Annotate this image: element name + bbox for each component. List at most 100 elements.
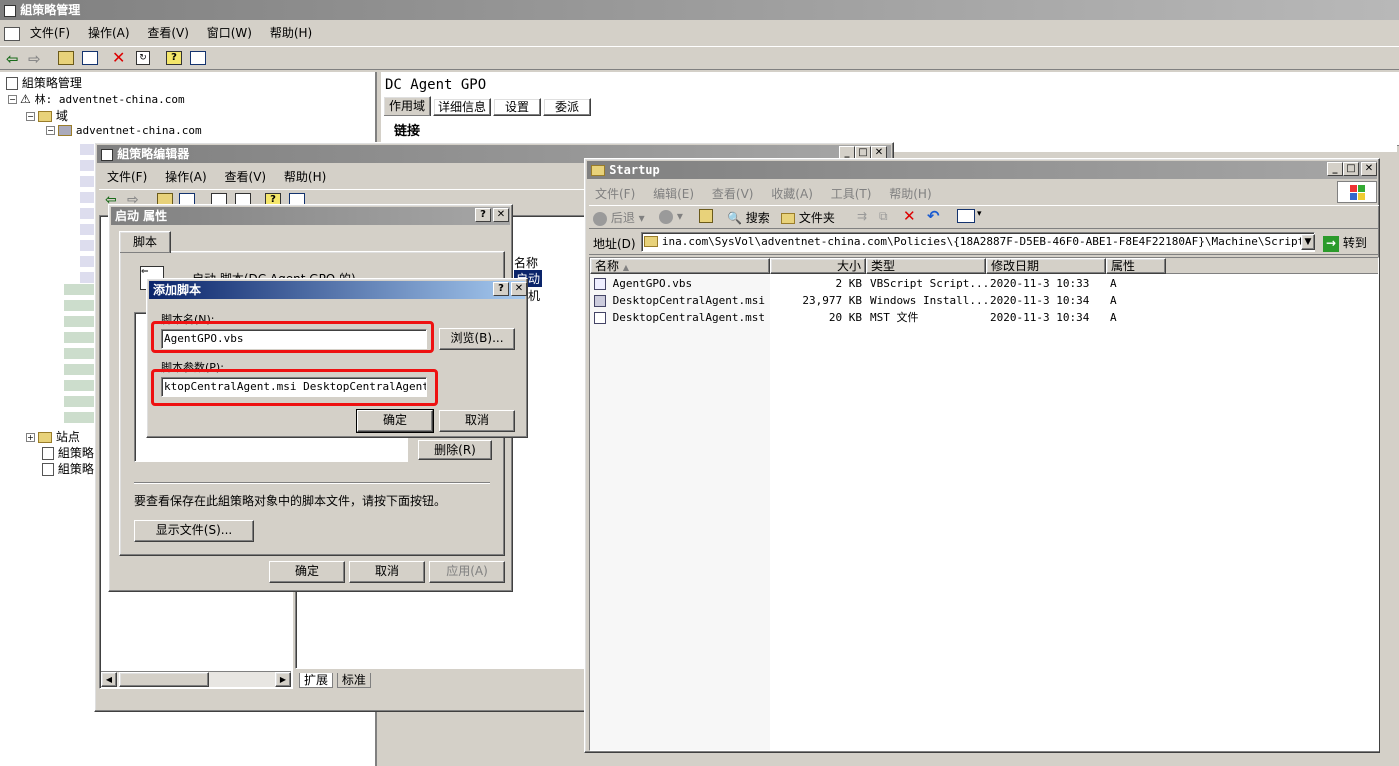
links-heading: 链接 bbox=[394, 124, 421, 139]
go-button[interactable]: → 转到 bbox=[1323, 234, 1367, 252]
links-panel bbox=[891, 142, 1397, 152]
editor-menu-help[interactable]: 帮助(H) bbox=[284, 170, 326, 184]
forward-arrow-icon[interactable]: ⇨ bbox=[28, 50, 41, 68]
tab-details[interactable]: 详细信息 bbox=[433, 98, 491, 116]
explorer-up-icon[interactable] bbox=[699, 209, 713, 223]
column-type[interactable]: 类型 bbox=[866, 258, 986, 274]
explorer-back-button[interactable]: 后退 ▾ bbox=[593, 209, 645, 226]
startup-apply-button[interactable]: 应用(A) bbox=[429, 561, 505, 583]
menu-file[interactable]: 文件(F) bbox=[30, 26, 70, 40]
views-dropdown-icon[interactable]: ▾ bbox=[977, 209, 982, 219]
gpm-menu-icon[interactable] bbox=[4, 26, 20, 41]
tree-domain[interactable]: − adventnet-china.com bbox=[46, 123, 202, 137]
explorer-menu-edit[interactable]: 编辑(E) bbox=[653, 187, 694, 201]
menu-help[interactable]: 帮助(H) bbox=[270, 26, 312, 40]
file-row[interactable]: AgentGPO.vbs 2 KB VBScript Script... 202… bbox=[590, 275, 1170, 292]
forest-icon: ⚠ bbox=[20, 92, 31, 106]
tab-delegation[interactable]: 委派 bbox=[543, 98, 591, 116]
add-script-ok-button[interactable]: 确定 bbox=[356, 409, 434, 433]
tree-gp-results[interactable]: 組策略 bbox=[42, 460, 94, 477]
add-script-close-button[interactable]: ✕ bbox=[511, 282, 527, 296]
explorer-menu-help[interactable]: 帮助(H) bbox=[889, 187, 931, 201]
menu-window[interactable]: 窗口(W) bbox=[207, 26, 252, 40]
add-script-help-button[interactable]: ? bbox=[493, 282, 509, 296]
up-folder-icon[interactable] bbox=[58, 51, 74, 65]
add-script-cancel-button[interactable]: 取消 bbox=[439, 410, 515, 432]
delete-icon[interactable]: ✕ bbox=[112, 48, 125, 67]
file-attr: A bbox=[1110, 294, 1117, 307]
column-attr[interactable]: 属性 bbox=[1106, 258, 1166, 274]
remove-button[interactable]: 删除(R) bbox=[418, 440, 492, 460]
startup-ok-button[interactable]: 确定 bbox=[269, 561, 345, 583]
explorer-folders-button[interactable]: 文件夹 bbox=[781, 209, 835, 226]
explorer-menu-tools[interactable]: 工具(T) bbox=[831, 187, 872, 201]
editor-menu-file[interactable]: 文件(F) bbox=[107, 170, 147, 184]
undo-icon[interactable]: ↶ bbox=[927, 207, 940, 225]
browse-button[interactable]: 浏览(B)... bbox=[439, 328, 515, 350]
tree-domains[interactable]: − 域 bbox=[26, 107, 68, 124]
address-label: 地址(D) bbox=[593, 237, 636, 251]
editor-column-name[interactable]: 名称 bbox=[514, 254, 538, 271]
tree-sites[interactable]: + 站点 bbox=[26, 428, 80, 445]
explorer-delete-icon[interactable]: ✕ bbox=[903, 207, 916, 225]
tree-gp-modeling[interactable]: 組策略 bbox=[42, 444, 94, 461]
file-date: 2020-11-3 10:33 bbox=[990, 277, 1090, 290]
explorer-close-button[interactable]: ✕ bbox=[1361, 162, 1377, 176]
properties-icon[interactable] bbox=[190, 51, 206, 65]
column-size[interactable]: 大小 bbox=[770, 258, 866, 274]
editor-menu-action[interactable]: 操作(A) bbox=[165, 170, 207, 184]
startup-cancel-button[interactable]: 取消 bbox=[349, 561, 425, 583]
copy-to-icon[interactable]: ⧉ bbox=[879, 209, 888, 224]
show-files-button[interactable]: 显示文件(S)... bbox=[134, 520, 254, 542]
file-list-header: 名称 ▲ 大小 类型 修改日期 属性 bbox=[590, 258, 1378, 274]
views-icon[interactable] bbox=[957, 209, 975, 223]
gpm-root-icon bbox=[6, 77, 18, 90]
scroll-left-button[interactable]: ◀ bbox=[101, 672, 117, 687]
tab-settings[interactable]: 设置 bbox=[493, 98, 541, 116]
address-dropdown-button[interactable]: ▼ bbox=[1301, 234, 1315, 250]
file-row[interactable]: DesktopCentralAgent.mst 20 KB MST 文件 202… bbox=[590, 309, 1170, 326]
sites-folder-icon bbox=[38, 432, 52, 443]
scroll-right-button[interactable]: ▶ bbox=[275, 672, 291, 687]
tree-forest[interactable]: − ⚠ 林: adventnet-china.com bbox=[8, 91, 185, 107]
tab-scripts[interactable]: 脚本 bbox=[119, 231, 171, 253]
explorer-search-button[interactable]: 🔍 搜索 bbox=[727, 209, 770, 226]
windows-logo-icon bbox=[1337, 181, 1377, 203]
explorer-minimize-button[interactable]: _ bbox=[1327, 162, 1343, 176]
explorer-menu-file[interactable]: 文件(F) bbox=[595, 187, 635, 201]
tab-standard[interactable]: 标准 bbox=[336, 673, 371, 688]
go-arrow-icon: → bbox=[1323, 235, 1339, 252]
startup-props-help-button[interactable]: ? bbox=[475, 208, 491, 222]
file-type: MST 文件 bbox=[870, 311, 919, 324]
explorer-window: Startup _ □ ✕ 文件(F) 编辑(E) 查看(V) 收藏(A) 工具… bbox=[584, 158, 1380, 753]
mst-file-icon bbox=[594, 312, 606, 324]
tab-extended[interactable]: 扩展 bbox=[299, 673, 334, 688]
show-tree-icon[interactable] bbox=[82, 51, 98, 65]
file-row[interactable]: DesktopCentralAgent.msi 23,977 KB Window… bbox=[590, 292, 1170, 309]
main-menu-bar: 文件(F) 操作(A) 查看(V) 窗口(W) 帮助(H) bbox=[0, 22, 1399, 44]
editor-bottom-tabs: 扩展 标准 bbox=[299, 671, 371, 688]
menu-action[interactable]: 操作(A) bbox=[88, 26, 130, 40]
scroll-thumb[interactable] bbox=[119, 672, 209, 687]
add-script-dialog: 添加脚本 ? ✕ 脚本名(N): AgentGPO.vbs 浏览(B)... 脚… bbox=[146, 278, 528, 438]
move-to-icon[interactable]: ⇉ bbox=[857, 209, 867, 223]
modeling-icon bbox=[42, 447, 54, 460]
editor-menu-view[interactable]: 查看(V) bbox=[225, 170, 267, 184]
menu-view[interactable]: 查看(V) bbox=[147, 26, 189, 40]
tree-root[interactable]: 組策略管理 bbox=[6, 74, 82, 91]
explorer-menu-view[interactable]: 查看(V) bbox=[712, 187, 754, 201]
column-name[interactable]: 名称 ▲ bbox=[590, 258, 770, 274]
explorer-forward-button[interactable]: ▾ bbox=[659, 209, 683, 224]
tab-scope[interactable]: 作用域 bbox=[383, 96, 431, 116]
column-date[interactable]: 修改日期 bbox=[986, 258, 1106, 274]
explorer-maximize-button[interactable]: □ bbox=[1343, 162, 1359, 176]
refresh-icon[interactable]: ↻ bbox=[136, 51, 150, 65]
address-input[interactable]: ina.com\SysVol\adventnet-china.com\Polic… bbox=[641, 232, 1315, 252]
help-icon[interactable]: ? bbox=[166, 51, 182, 65]
startup-props-close-button[interactable]: ✕ bbox=[493, 208, 509, 222]
editor-tree-scrollbar[interactable]: ◀ ▶ bbox=[101, 671, 291, 687]
domains-folder-icon bbox=[38, 111, 52, 122]
gpo-editor-menu-bar: 文件(F) 操作(A) 查看(V) 帮助(H) bbox=[107, 169, 340, 185]
explorer-menu-favorites[interactable]: 收藏(A) bbox=[771, 187, 813, 201]
back-arrow-icon[interactable]: ⇦ bbox=[6, 50, 19, 68]
